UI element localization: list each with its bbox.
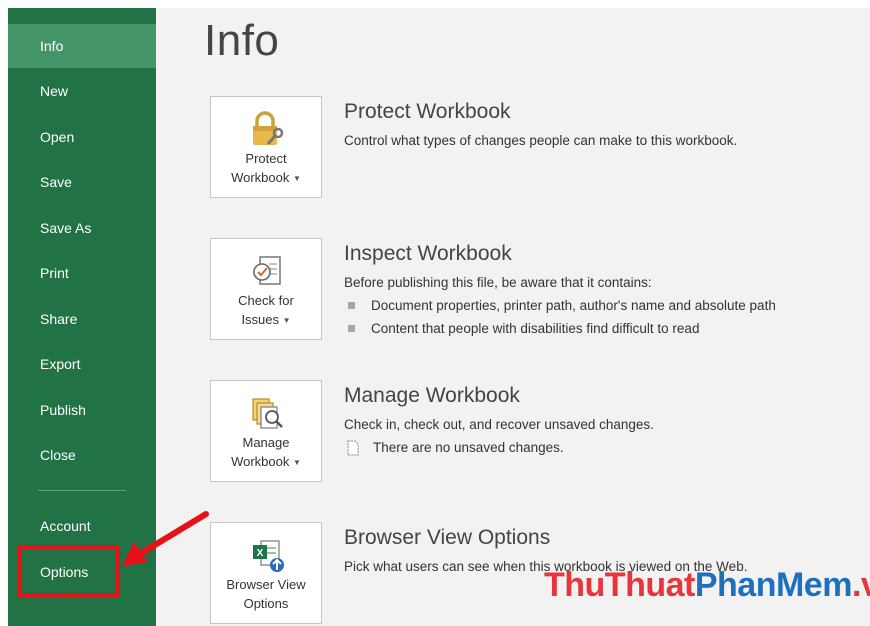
nav-item-close[interactable]: Close — [8, 433, 156, 477]
inspect-document-icon — [253, 256, 281, 285]
nav-item-label: Save — [40, 174, 72, 190]
watermark-part2: PhanMem — [694, 566, 853, 604]
list-item: Content that people with disabilities fi… — [348, 321, 699, 336]
watermark-part1: ThuThuat — [544, 566, 695, 604]
nav-item-save-as[interactable]: Save As — [8, 206, 156, 250]
dropdown-caret-icon: ▼ — [293, 174, 301, 184]
nav-item-save[interactable]: Save — [8, 160, 156, 204]
nav-separator — [38, 490, 126, 491]
lock-key-icon — [253, 111, 284, 145]
nav-item-open[interactable]: Open — [8, 115, 156, 159]
nav-item-print[interactable]: Print — [8, 251, 156, 295]
nav-item-publish[interactable]: Publish — [8, 388, 156, 432]
nav-item-export[interactable]: Export — [8, 342, 156, 386]
bullet-square-icon — [348, 324, 355, 332]
list-item: Document properties, printer path, autho… — [348, 298, 776, 313]
nav-item-label: Save As — [40, 220, 92, 236]
tile-label-line1: Check for — [238, 293, 294, 308]
bullet-square-icon — [348, 301, 355, 309]
manage-versions-icon — [252, 398, 283, 429]
section-desc-inspect: Before publishing this file, be aware th… — [344, 275, 652, 290]
svg-text:X: X — [257, 548, 264, 559]
section-title-protect: Protect Workbook — [344, 100, 511, 123]
nav-item-label: Account — [40, 518, 91, 534]
watermark: ThuThuatPhanMem.vn — [544, 566, 870, 605]
nav-item-info[interactable]: Info — [8, 24, 156, 68]
nav-item-label: Close — [40, 447, 76, 463]
watermark-part3: .vn — [851, 566, 870, 604]
document-icon — [347, 440, 359, 456]
nav-item-label: Info — [40, 38, 64, 54]
nav-item-label: New — [40, 83, 69, 99]
nav-item-label: Publish — [40, 402, 86, 418]
nav-item-label: Open — [40, 129, 75, 145]
section-title-inspect: Inspect Workbook — [344, 242, 512, 265]
tile-label-line2: Workbook — [231, 170, 290, 185]
nav-item-label: Export — [40, 356, 81, 372]
bullet-text: Content that people with disabilities fi… — [371, 321, 700, 336]
dropdown-caret-icon: ▼ — [282, 316, 291, 326]
nav-item-label: Share — [40, 311, 78, 327]
dropdown-caret-icon: ▼ — [293, 458, 301, 468]
tile-label-line1: Browser View — [226, 577, 306, 592]
check-for-issues-button[interactable]: Check for Issues ▼ — [210, 238, 322, 340]
section-desc-manage: Check in, check out, and recover unsaved… — [344, 417, 654, 432]
note-text: There are no unsaved changes. — [373, 440, 564, 455]
section-title-browser-view: Browser View Options — [344, 526, 551, 549]
nav-item-label: Print — [40, 265, 69, 281]
bullet-text: Document properties, printer path, autho… — [371, 298, 776, 313]
nav-item-share[interactable]: Share — [8, 297, 156, 341]
section-title-manage: Manage Workbook — [344, 384, 520, 407]
browser-view-options-button[interactable]: X Browser View Options — [210, 522, 322, 624]
protect-workbook-button[interactable]: Protect Workbook ▼ — [210, 96, 322, 198]
options-highlight-box — [18, 545, 120, 597]
tile-label-line1: Protect — [245, 151, 287, 166]
nav-item-new[interactable]: New — [8, 69, 156, 113]
tile-label-line2: Options — [243, 596, 289, 611]
section-desc-protect: Control what types of changes people can… — [344, 133, 738, 148]
manage-workbook-button[interactable]: Manage Workbook ▼ — [210, 380, 322, 482]
tile-label-line2: Issues — [241, 312, 280, 327]
tile-label-line1: Manage — [242, 435, 290, 450]
page-title: Info — [204, 16, 280, 65]
red-arrow-icon — [122, 511, 209, 566]
tile-label-line2: Workbook — [231, 454, 290, 469]
unsaved-changes-note: There are no unsaved changes. — [345, 440, 564, 456]
excel-web-icon: X — [253, 540, 284, 572]
